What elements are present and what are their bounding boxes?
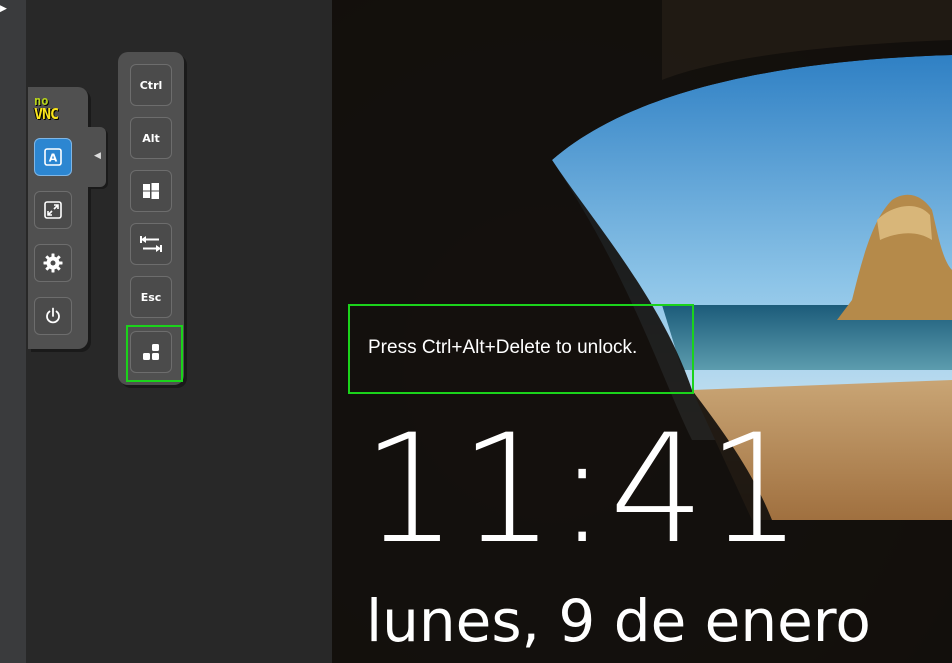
windows-key-button[interactable]: [130, 170, 172, 212]
novnc-logo: no VNC: [34, 94, 59, 123]
fullscreen-button[interactable]: [34, 191, 72, 229]
ctrl-alt-del-highlight: [126, 325, 183, 382]
keyboard-icon: A: [44, 148, 62, 166]
alt-key-button[interactable]: Alt: [130, 117, 172, 159]
lockscreen-date: lunes, 9 de enero: [366, 587, 871, 655]
settings-button[interactable]: [34, 244, 72, 282]
power-icon: [46, 307, 60, 324]
esc-key-button[interactable]: Esc: [130, 276, 172, 318]
tab-icon: [140, 236, 162, 252]
novnc-control-bar: no VNC A: [28, 87, 88, 349]
svg-text:A: A: [49, 152, 58, 165]
control-bar-handle[interactable]: ◀: [88, 127, 106, 187]
ctrl-key-button[interactable]: Ctrl: [130, 64, 172, 106]
left-edge-strip: ▶: [0, 0, 26, 663]
unlock-prompt-highlight: [348, 304, 694, 394]
tab-key-button[interactable]: [130, 223, 172, 265]
fullscreen-icon: [44, 201, 62, 219]
gear-icon: [43, 253, 63, 273]
power-button[interactable]: [34, 297, 72, 335]
keyboard-button[interactable]: A: [34, 138, 72, 176]
lockscreen-time: 11:41: [362, 403, 805, 577]
collapse-arrow-icon: ◀: [94, 151, 101, 161]
windows-icon: [143, 183, 159, 199]
expand-arrow-icon[interactable]: ▶: [0, 4, 7, 14]
